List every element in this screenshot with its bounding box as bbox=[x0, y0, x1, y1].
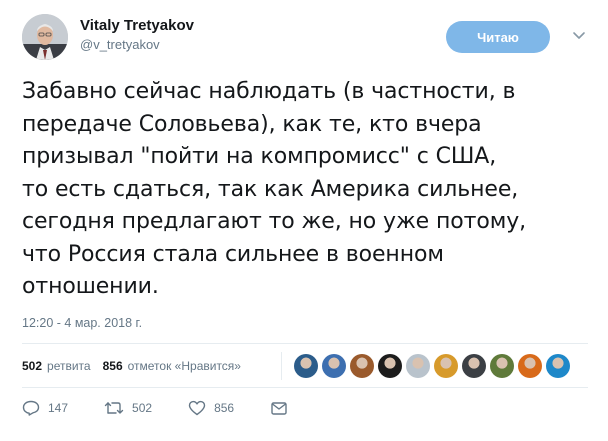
author-names[interactable]: Vitaly Tretyakov @v_tretyakov bbox=[80, 16, 194, 54]
retweet-label: ретвита bbox=[47, 359, 91, 373]
retweet-icon bbox=[104, 402, 124, 414]
author-avatar[interactable] bbox=[22, 14, 68, 60]
liker-avatar[interactable] bbox=[546, 354, 570, 378]
retweet-stat[interactable]: 502 ретвита bbox=[22, 359, 91, 373]
tweet-timestamp[interactable]: 12:20 - 4 мар. 2018 г. bbox=[22, 316, 142, 330]
chevron-down-icon[interactable] bbox=[572, 28, 586, 42]
tweet-text: Забавно сейчас наблюдать (в частности, в… bbox=[22, 79, 527, 299]
liker-avatar[interactable] bbox=[518, 354, 542, 378]
divider bbox=[22, 343, 588, 344]
like-action-count: 856 bbox=[214, 401, 235, 415]
like-count: 856 bbox=[102, 359, 123, 373]
liker-avatar[interactable] bbox=[350, 354, 374, 378]
retweet-count: 502 bbox=[22, 359, 43, 373]
tweet-actions: 147 502 856 bbox=[22, 400, 332, 416]
liker-avatar[interactable] bbox=[294, 354, 318, 378]
author-display-name[interactable]: Vitaly Tretyakov bbox=[80, 16, 194, 36]
envelope-icon bbox=[271, 402, 287, 415]
heart-icon bbox=[188, 400, 206, 416]
stats-separator bbox=[281, 352, 282, 380]
retweet-action-count: 502 bbox=[132, 401, 153, 415]
tweet-stats: 502 ретвита 856 отметок «Нравится» bbox=[22, 354, 253, 378]
reply-action[interactable]: 147 bbox=[22, 400, 68, 416]
retweet-action[interactable]: 502 bbox=[104, 400, 152, 416]
like-stat[interactable]: 856 отметок «Нравится» bbox=[103, 359, 241, 373]
liker-avatar[interactable] bbox=[322, 354, 346, 378]
liker-avatar[interactable] bbox=[378, 354, 402, 378]
divider bbox=[22, 387, 588, 388]
reply-icon bbox=[22, 400, 40, 416]
liker-avatar[interactable] bbox=[434, 354, 458, 378]
reply-count: 147 bbox=[48, 401, 69, 415]
liker-avatar[interactable] bbox=[406, 354, 430, 378]
liker-avatar[interactable] bbox=[490, 354, 514, 378]
liker-avatars bbox=[294, 354, 574, 378]
liker-avatar[interactable] bbox=[462, 354, 486, 378]
tweet-header: Vitaly Tretyakov @v_tretyakov Читаю bbox=[22, 14, 592, 60]
like-action[interactable]: 856 bbox=[188, 400, 234, 416]
author-username[interactable]: @v_tretyakov bbox=[80, 36, 194, 54]
like-label: отметок «Нравится» bbox=[127, 359, 241, 373]
following-button[interactable]: Читаю bbox=[446, 21, 550, 53]
direct-message-action[interactable] bbox=[270, 400, 296, 416]
